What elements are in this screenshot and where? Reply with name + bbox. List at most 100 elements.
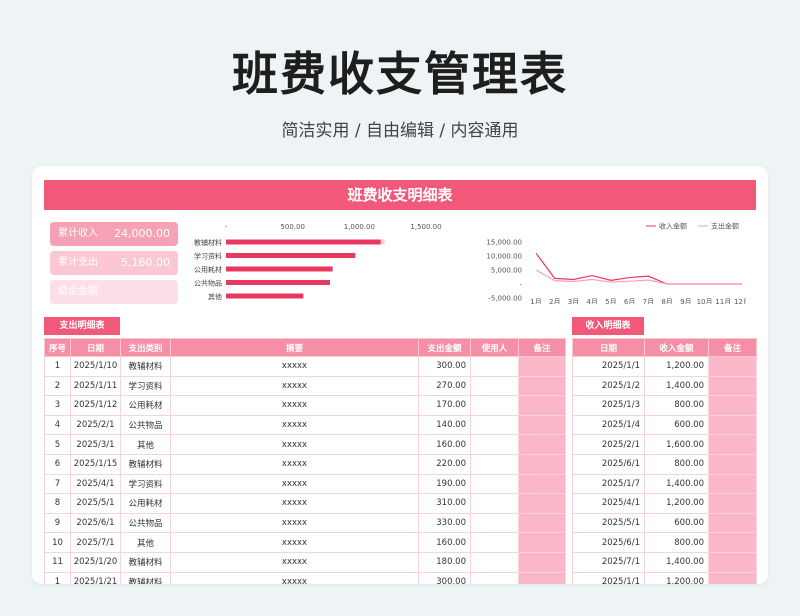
expense-cell[interactable]: 1	[44, 356, 71, 377]
expense-cell[interactable]	[470, 571, 519, 584]
expense-cell[interactable]: 2025/2/1	[70, 414, 121, 436]
expense-cell[interactable]: 4	[44, 414, 71, 436]
income-cell[interactable]	[708, 571, 757, 584]
expense-cell[interactable]	[518, 551, 566, 573]
income-cell[interactable]: 1,200.00	[644, 493, 709, 514]
income-cell[interactable]: 2025/4/1	[572, 493, 645, 514]
expense-cell[interactable]: 公共物品	[120, 414, 171, 436]
expense-cell[interactable]: 300.00	[418, 571, 471, 584]
expense-cell[interactable]	[518, 571, 566, 584]
income-row[interactable]: 2025/1/3 800.00	[572, 395, 757, 416]
expense-cell[interactable]: xxxxx	[170, 571, 419, 584]
income-cell[interactable]: 800.00	[644, 395, 709, 416]
income-cell[interactable]: 1,600.00	[644, 434, 709, 455]
expense-cell[interactable]	[470, 493, 519, 514]
expense-cell[interactable]: 220.00	[418, 453, 471, 475]
expense-cell[interactable]: xxxxx	[170, 453, 419, 475]
expense-cell[interactable]: xxxxx	[170, 551, 419, 573]
income-row[interactable]: 2025/2/1 1,600.00	[572, 434, 757, 455]
income-row[interactable]: 2025/4/1 1,200.00	[572, 493, 757, 514]
expense-cell[interactable]	[518, 356, 566, 377]
expense-cell[interactable]: 2025/3/1	[70, 434, 121, 455]
income-cell[interactable]: 2025/6/1	[572, 532, 645, 553]
expense-cell[interactable]	[518, 512, 566, 534]
expense-cell[interactable]: 8	[44, 493, 71, 514]
expense-cell[interactable]: 2025/6/1	[70, 512, 121, 534]
expense-cell[interactable]: 160.00	[418, 434, 471, 455]
expense-cell[interactable]: 2025/1/11	[70, 375, 121, 397]
income-cell[interactable]: 2025/5/1	[572, 512, 645, 534]
income-row[interactable]: 2025/1/1 1,200.00	[572, 356, 757, 377]
income-row[interactable]: 2025/1/1 1,200.00	[572, 571, 757, 584]
expense-cell[interactable]	[518, 453, 566, 475]
expense-cell[interactable]: 5	[44, 434, 71, 455]
income-cell[interactable]	[708, 356, 757, 377]
income-cell[interactable]: 2025/1/4	[572, 414, 645, 436]
income-row[interactable]: 2025/1/7 1,400.00	[572, 473, 757, 495]
expense-cell[interactable]	[518, 434, 566, 455]
income-cell[interactable]: 600.00	[644, 414, 709, 436]
expense-cell[interactable]	[470, 414, 519, 436]
income-cell[interactable]	[708, 395, 757, 416]
income-row[interactable]: 2025/6/1 800.00	[572, 532, 757, 553]
expense-row[interactable]: 1 2025/1/10 教辅材料 xxxxx 300.00	[44, 356, 566, 377]
expense-cell[interactable]: xxxxx	[170, 414, 419, 436]
expense-cell[interactable]: 教辅材料	[120, 551, 171, 573]
expense-cell[interactable]	[518, 493, 566, 514]
expense-cell[interactable]: 270.00	[418, 375, 471, 397]
expense-cell[interactable]: 10	[44, 532, 71, 553]
income-cell[interactable]	[708, 493, 757, 514]
expense-cell[interactable]: 学习资料	[120, 375, 171, 397]
expense-cell[interactable]	[518, 414, 566, 436]
expense-cell[interactable]: xxxxx	[170, 434, 419, 455]
income-cell[interactable]: 1,200.00	[644, 356, 709, 377]
expense-cell[interactable]: 学习资料	[120, 473, 171, 495]
expense-cell[interactable]	[470, 473, 519, 495]
expense-row[interactable]: 3 2025/1/12 公用耗材 xxxxx 170.00	[44, 395, 566, 416]
expense-cell[interactable]: 教辅材料	[120, 571, 171, 584]
income-cell[interactable]	[708, 551, 757, 573]
expense-row[interactable]: 7 2025/4/1 学习资料 xxxxx 190.00	[44, 473, 566, 495]
expense-row[interactable]: 8 2025/5/1 公用耗材 xxxxx 310.00	[44, 493, 566, 514]
expense-cell[interactable]: xxxxx	[170, 493, 419, 514]
expense-cell[interactable]: 2025/1/12	[70, 395, 121, 416]
expense-cell[interactable]	[518, 395, 566, 416]
expense-cell[interactable]: 140.00	[418, 414, 471, 436]
expense-cell[interactable]	[470, 453, 519, 475]
expense-cell[interactable]: 11	[44, 551, 71, 573]
expense-cell[interactable]: 其他	[120, 434, 171, 455]
expense-cell[interactable]: xxxxx	[170, 395, 419, 416]
income-row[interactable]: 2025/7/1 1,400.00	[572, 551, 757, 573]
expense-cell[interactable]	[470, 375, 519, 397]
expense-cell[interactable]	[470, 356, 519, 377]
income-cell[interactable]: 2025/1/1	[572, 571, 645, 584]
income-cell[interactable]: 2025/1/7	[572, 473, 645, 495]
expense-cell[interactable]	[470, 395, 519, 416]
income-cell[interactable]: 2025/7/1	[572, 551, 645, 573]
income-row[interactable]: 2025/1/2 1,400.00	[572, 375, 757, 397]
income-cell[interactable]	[708, 512, 757, 534]
expense-cell[interactable]: 2025/7/1	[70, 532, 121, 553]
income-cell[interactable]	[708, 453, 757, 475]
expense-row[interactable]: 11 2025/1/20 教辅材料 xxxxx 180.00	[44, 551, 566, 573]
income-tab[interactable]: 收入明细表	[572, 317, 644, 335]
expense-tab[interactable]: 支出明细表	[44, 317, 120, 335]
expense-cell[interactable]: xxxxx	[170, 375, 419, 397]
expense-cell[interactable]	[470, 532, 519, 553]
expense-cell[interactable]: 180.00	[418, 551, 471, 573]
income-cell[interactable]: 1,200.00	[644, 571, 709, 584]
expense-cell[interactable]: 160.00	[418, 532, 471, 553]
expense-row[interactable]: 10 2025/7/1 其他 xxxxx 160.00	[44, 532, 566, 553]
expense-cell[interactable]	[518, 532, 566, 553]
expense-cell[interactable]: 190.00	[418, 473, 471, 495]
income-row[interactable]: 2025/5/1 600.00	[572, 512, 757, 534]
expense-cell[interactable]: 教辅材料	[120, 356, 171, 377]
expense-cell[interactable]	[470, 434, 519, 455]
expense-cell[interactable]: 教辅材料	[120, 453, 171, 475]
expense-cell[interactable]: 310.00	[418, 493, 471, 514]
expense-cell[interactable]: 2	[44, 375, 71, 397]
expense-row[interactable]: 5 2025/3/1 其他 xxxxx 160.00	[44, 434, 566, 455]
income-cell[interactable]: 2025/6/1	[572, 453, 645, 475]
income-cell[interactable]: 1,400.00	[644, 551, 709, 573]
income-row[interactable]: 2025/1/4 600.00	[572, 414, 757, 436]
